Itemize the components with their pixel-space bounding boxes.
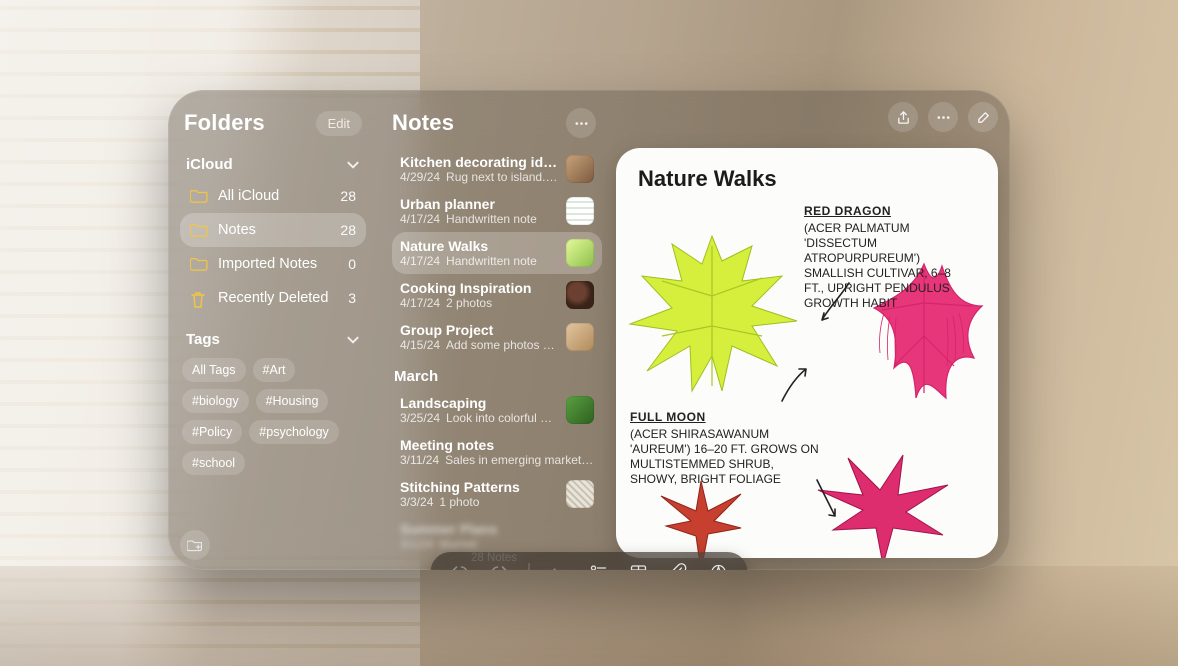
note-item-subtitle: 4/17/24Handwritten note bbox=[400, 254, 558, 268]
section-icloud-label: iCloud bbox=[186, 156, 233, 173]
folder-item-all-icloud[interactable]: All iCloud 28 bbox=[180, 179, 366, 213]
tag-pill[interactable]: #psychology bbox=[249, 420, 339, 444]
note-item-subtitle: 3/11/24Sales in emerging markets are tr… bbox=[400, 453, 594, 467]
folders-sidebar: Folders Edit iCloud All iCloud 28 Notes 28 I… bbox=[168, 90, 378, 570]
section-tags[interactable]: Tags bbox=[180, 325, 366, 354]
tag-pill[interactable]: #school bbox=[182, 451, 245, 475]
folder-icon bbox=[190, 257, 208, 271]
new-folder-button[interactable] bbox=[180, 530, 210, 560]
chevron-down-icon bbox=[346, 158, 360, 172]
section-icloud[interactable]: iCloud bbox=[180, 150, 366, 179]
folder-count: 28 bbox=[340, 222, 356, 238]
folder-label: Recently Deleted bbox=[218, 290, 328, 306]
note-item-title: Landscaping bbox=[400, 395, 558, 411]
note-canvas[interactable]: Nature Walks bbox=[616, 148, 998, 558]
folders-title: Folders bbox=[184, 110, 265, 136]
note-item-title: Meeting notes bbox=[400, 437, 594, 453]
note-item-subtitle: 3/3/241 photo bbox=[400, 495, 558, 509]
note-row[interactable]: Meeting notes3/11/24Sales in emerging ma… bbox=[392, 431, 602, 473]
notes-app-window: Folders Edit iCloud All iCloud 28 Notes 28 I… bbox=[168, 90, 1010, 570]
leaf-illustration-bottom-left bbox=[646, 476, 756, 558]
undo-button[interactable] bbox=[449, 561, 471, 570]
checklist-button[interactable] bbox=[588, 561, 610, 570]
note-item-title: Kitchen decorating ideas bbox=[400, 154, 558, 170]
note-row[interactable]: Summer Plans3/1/24blurred bbox=[392, 515, 602, 557]
note-row[interactable]: Cooking Inspiration4/17/242 photos bbox=[392, 274, 602, 316]
trash-icon bbox=[190, 291, 208, 305]
chevron-down-icon bbox=[346, 333, 360, 347]
note-item-title: Stitching Patterns bbox=[400, 479, 558, 495]
note-item-title: Group Project bbox=[400, 322, 558, 338]
attachment-button[interactable] bbox=[668, 561, 690, 570]
tag-pill[interactable]: #Art bbox=[253, 358, 296, 382]
annotation-full-moon: FULL MOON (ACER SHIRASAWANUM 'AUREUM') 1… bbox=[630, 410, 820, 487]
note-row[interactable]: Group Project4/15/24Add some photos of t… bbox=[392, 316, 602, 358]
note-row[interactable]: Kitchen decorating ideas4/29/24Rug next … bbox=[392, 148, 602, 190]
notes-list-column: Notes Kitchen decorating ideas4/29/24Rug… bbox=[378, 90, 610, 570]
note-thumbnail bbox=[566, 239, 594, 267]
note-item-title: Cooking Inspiration bbox=[400, 280, 558, 296]
note-row[interactable]: Nature Walks4/17/24Handwritten note bbox=[392, 232, 602, 274]
folder-count: 28 bbox=[340, 188, 356, 204]
note-item-subtitle: 4/15/24Add some photos of their… bbox=[400, 338, 558, 352]
folder-icon bbox=[190, 189, 208, 203]
notes-title: Notes bbox=[392, 110, 454, 136]
month-header: March bbox=[388, 358, 606, 389]
note-thumbnail bbox=[566, 155, 594, 183]
note-item-subtitle: 4/17/242 photos bbox=[400, 296, 558, 310]
table-button[interactable] bbox=[628, 561, 650, 570]
note-item-subtitle: 3/1/24blurred bbox=[400, 537, 594, 551]
folder-item-recently-deleted[interactable]: Recently Deleted 3 bbox=[180, 281, 366, 315]
folder-item-notes[interactable]: Notes 28 bbox=[180, 213, 366, 247]
tags-container: All Tags #Art#biology #Housing #Policy #psyc… bbox=[180, 354, 366, 479]
svg-text:Aa: Aa bbox=[551, 566, 566, 570]
note-item-title: Summer Plans bbox=[400, 521, 594, 537]
note-item-subtitle: 4/17/24Handwritten note bbox=[400, 212, 558, 226]
tag-pill[interactable]: #Housing bbox=[256, 389, 329, 413]
note-item-title: Nature Walks bbox=[400, 238, 558, 254]
note-item-title: Urban planner bbox=[400, 196, 558, 212]
more-button[interactable] bbox=[566, 108, 596, 138]
arrow-icon bbox=[776, 363, 812, 405]
note-thumbnail bbox=[566, 197, 594, 225]
format-button[interactable]: Aa bbox=[548, 561, 570, 570]
leaf-illustration-yellow bbox=[622, 226, 802, 396]
note-row[interactable]: Landscaping3/25/24Look into colorful per… bbox=[392, 389, 602, 431]
toolbar-separator bbox=[529, 563, 530, 570]
note-thumbnail bbox=[566, 281, 594, 309]
note-item-subtitle: 4/29/24Rug next to island. Conte… bbox=[400, 170, 558, 184]
note-thumbnail bbox=[566, 323, 594, 351]
section-tags-label: Tags bbox=[186, 331, 220, 348]
note-title: Nature Walks bbox=[638, 166, 976, 192]
folder-label: Notes bbox=[218, 222, 256, 238]
note-thumbnail bbox=[566, 480, 594, 508]
folder-count: 3 bbox=[348, 290, 356, 306]
markup-button[interactable] bbox=[708, 561, 730, 570]
edit-button[interactable]: Edit bbox=[316, 111, 362, 136]
folder-icon bbox=[190, 223, 208, 237]
folder-label: Imported Notes bbox=[218, 256, 317, 272]
compose-button[interactable] bbox=[968, 102, 998, 132]
folder-label: All iCloud bbox=[218, 188, 279, 204]
tag-pill[interactable]: #biology bbox=[182, 389, 249, 413]
note-row[interactable]: Urban planner4/17/24Handwritten note bbox=[392, 190, 602, 232]
note-item-subtitle: 3/25/24Look into colorful perenn… bbox=[400, 411, 558, 425]
editor-toolbar: Aa bbox=[431, 552, 748, 570]
note-detail-column: Nature Walks bbox=[610, 90, 1010, 570]
redo-button[interactable] bbox=[489, 561, 511, 570]
detail-more-button[interactable] bbox=[928, 102, 958, 132]
tag-pill[interactable]: All Tags bbox=[182, 358, 246, 382]
folder-item-imported-notes[interactable]: Imported Notes 0 bbox=[180, 247, 366, 281]
folder-count: 0 bbox=[348, 256, 356, 272]
note-row[interactable]: Stitching Patterns3/3/241 photo bbox=[392, 473, 602, 515]
note-thumbnail bbox=[566, 396, 594, 424]
tag-pill[interactable]: #Policy bbox=[182, 420, 242, 444]
annotation-red-dragon: RED DRAGON (ACER PALMATUM 'DISSECTUM ATR… bbox=[804, 204, 974, 311]
share-button[interactable] bbox=[888, 102, 918, 132]
